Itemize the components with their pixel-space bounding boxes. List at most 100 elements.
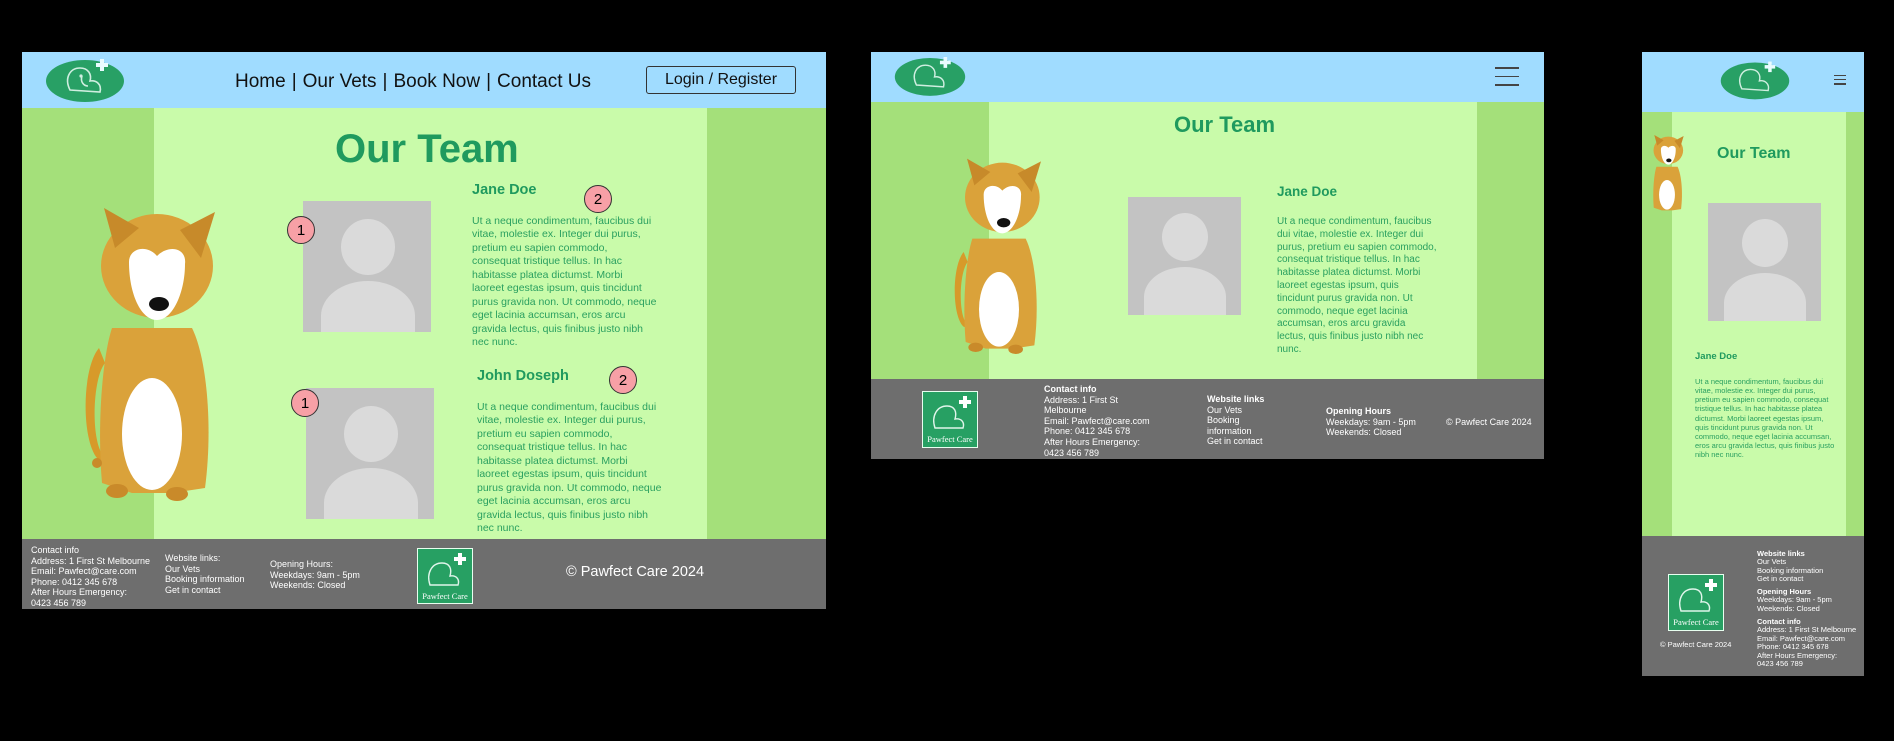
footer-copyright: © Pawfect Care 2024: [1446, 417, 1532, 427]
footer-contact-title: Contact info: [31, 545, 80, 555]
main-nav: Home | Our Vets | Book Now | Contact Us: [235, 71, 591, 93]
annotation-badge: 2: [609, 366, 637, 394]
footer-emergency-number: 0423 456 789: [1044, 447, 1100, 458]
footer-link-our-vets[interactable]: Our Vets: [165, 564, 245, 575]
member-name: Jane Doe: [472, 182, 537, 198]
login-register-button[interactable]: Login / Register: [646, 66, 796, 94]
annotation-badge: 2: [584, 185, 612, 213]
member-photo-placeholder: [306, 388, 434, 519]
footer-hours: Opening Hours: Weekdays: 9am - 5pm Weeke…: [270, 559, 360, 591]
nav-separator: |: [486, 71, 492, 92]
footer-logo[interactable]: Pawfect Care: [417, 548, 473, 604]
footer-email: Email: Pawfect@care.com: [31, 566, 137, 577]
avatar-body: [1724, 273, 1806, 321]
footer-hours: Opening Hours Weekdays: 9am - 5pm Weeken…: [1757, 587, 1832, 613]
page-title: Our Team: [1174, 112, 1276, 137]
cat-illustration: [1647, 135, 1687, 217]
footer: Contact info Address: 1 First St Melbour…: [22, 539, 826, 609]
footer-address: Address: 1 First St Melbourne: [31, 555, 151, 566]
avatar-body: [321, 281, 415, 332]
footer-contact-title: Contact info: [1044, 384, 1097, 394]
footer-logo[interactable]: Pawfect Care: [1668, 574, 1724, 631]
avatar-head: [344, 406, 398, 462]
annotation-badge: 1: [291, 389, 319, 417]
footer-link-booking[interactable]: Booking: [1207, 415, 1264, 426]
footer-contact: Contact info Address: 1 First St Melbour…: [1044, 384, 1150, 458]
footer-link-booking[interactable]: Booking information: [165, 574, 245, 585]
footer-address: Address: 1 First St: [1044, 394, 1119, 405]
nav-our-vets[interactable]: Our Vets: [303, 71, 377, 92]
footer-emergency-number: 0423 456 789: [1757, 659, 1803, 669]
member-name: Jane Doe: [1277, 184, 1338, 199]
logo[interactable]: [44, 56, 126, 104]
menu-icon[interactable]: [1834, 75, 1846, 85]
footer-weekends: Weekends: Closed: [1326, 427, 1402, 438]
right-gutter: [1846, 112, 1864, 536]
footer-phone: Phone: 0412 345 678: [31, 576, 118, 587]
page-title: Our Team: [335, 127, 519, 171]
logo[interactable]: [893, 54, 967, 98]
avatar-head: [341, 219, 395, 275]
member-bio: Ut a neque condimentum, faucibus dui vit…: [1277, 216, 1437, 355]
footer-hours: Opening Hours Weekdays: 9am - 5pm Weeken…: [1326, 406, 1416, 438]
main-content: [1672, 112, 1846, 536]
avatar-head: [1742, 219, 1788, 267]
tablet-layout: Our Team Jane Doe Ut a neque condimentum…: [871, 52, 1544, 459]
nav-home[interactable]: Home: [235, 71, 286, 92]
footer-logo-caption: Pawfect Care: [422, 591, 468, 601]
footer-phone: Phone: 0412 345 678: [1044, 426, 1131, 437]
logo[interactable]: [1719, 58, 1791, 102]
footer-hours-title: Opening Hours:: [270, 559, 334, 569]
footer-hours-title: Opening Hours: [1326, 406, 1391, 416]
footer-link-booking[interactable]: information: [1207, 426, 1264, 437]
footer-links-title: Website links:: [165, 553, 221, 563]
footer-links: Website links: Our Vets Booking informat…: [165, 553, 245, 595]
footer-contact: Contact info Address: 1 First St Melbour…: [31, 545, 150, 609]
footer-links: Website links Our Vets Booking informati…: [1207, 394, 1264, 447]
desktop-layout: Home | Our Vets | Book Now | Contact Us Login …: [22, 52, 826, 609]
footer-logo-caption: Pawfect Care: [1673, 617, 1719, 627]
footer-links-title: Website links: [1207, 394, 1265, 404]
member-name: John Doseph: [477, 368, 569, 384]
footer-logo[interactable]: Pawfect Care: [922, 391, 978, 448]
member-bio: Ut a neque condimentum, faucibus dui vit…: [1695, 377, 1835, 460]
annotation-badge: 1: [287, 216, 315, 244]
footer-copyright: © Pawfect Care 2024: [1660, 640, 1732, 649]
footer-weekends: Weekends: Closed: [270, 580, 346, 591]
header: [871, 52, 1544, 102]
member-bio: Ut a neque condimentum, faucibus dui vit…: [477, 401, 662, 534]
footer: Pawfect Care Contact info Address: 1 Fir…: [871, 379, 1544, 459]
footer-emergency: After Hours Emergency:: [31, 587, 128, 598]
footer-address: Melbourne: [1044, 405, 1087, 416]
member-photo-placeholder: [1128, 197, 1241, 315]
footer-contact: Contact info Address: 1 First St Melbour…: [1757, 617, 1856, 669]
nav-separator: |: [291, 71, 297, 92]
footer-link-contact[interactable]: Get in contact: [165, 585, 245, 596]
footer-weekdays: Weekdays: 9am - 5pm: [270, 569, 360, 580]
footer-emergency-number: 0423 456 789: [31, 597, 87, 608]
avatar-body: [1144, 267, 1226, 315]
footer-link-our-vets[interactable]: Our Vets: [1207, 405, 1264, 416]
footer-email: Email: Pawfect@care.com: [1044, 415, 1150, 426]
header: Home | Our Vets | Book Now | Contact Us Login …: [22, 52, 826, 108]
cat-illustration: [949, 158, 1049, 366]
footer-weekends: Weekends: Closed: [1757, 603, 1820, 613]
footer: Pawfect Care © Pawfect Care 2024 Website…: [1642, 536, 1864, 676]
member-name: Jane Doe: [1695, 351, 1738, 362]
footer-emergency: After Hours Emergency:: [1044, 436, 1141, 447]
nav-book-now[interactable]: Book Now: [393, 71, 480, 92]
header: [1642, 52, 1864, 112]
right-gutter: [707, 108, 826, 541]
footer-link-contact[interactable]: Get in contact: [1207, 436, 1264, 447]
menu-icon[interactable]: [1495, 67, 1519, 86]
footer-logo-caption: Pawfect Care: [927, 434, 973, 444]
nav-contact-us[interactable]: Contact Us: [497, 71, 591, 92]
avatar-head: [1162, 213, 1208, 261]
right-gutter: [1477, 102, 1544, 379]
footer-links: Website links Our Vets Booking informati…: [1757, 549, 1823, 584]
member-photo-placeholder: [1708, 203, 1821, 321]
member-bio: Ut a neque condimentum, faucibus dui vit…: [472, 215, 657, 348]
member-photo-placeholder: [303, 201, 431, 332]
avatar-body: [324, 468, 418, 519]
footer-link-contact[interactable]: Get in contact: [1757, 574, 1823, 583]
